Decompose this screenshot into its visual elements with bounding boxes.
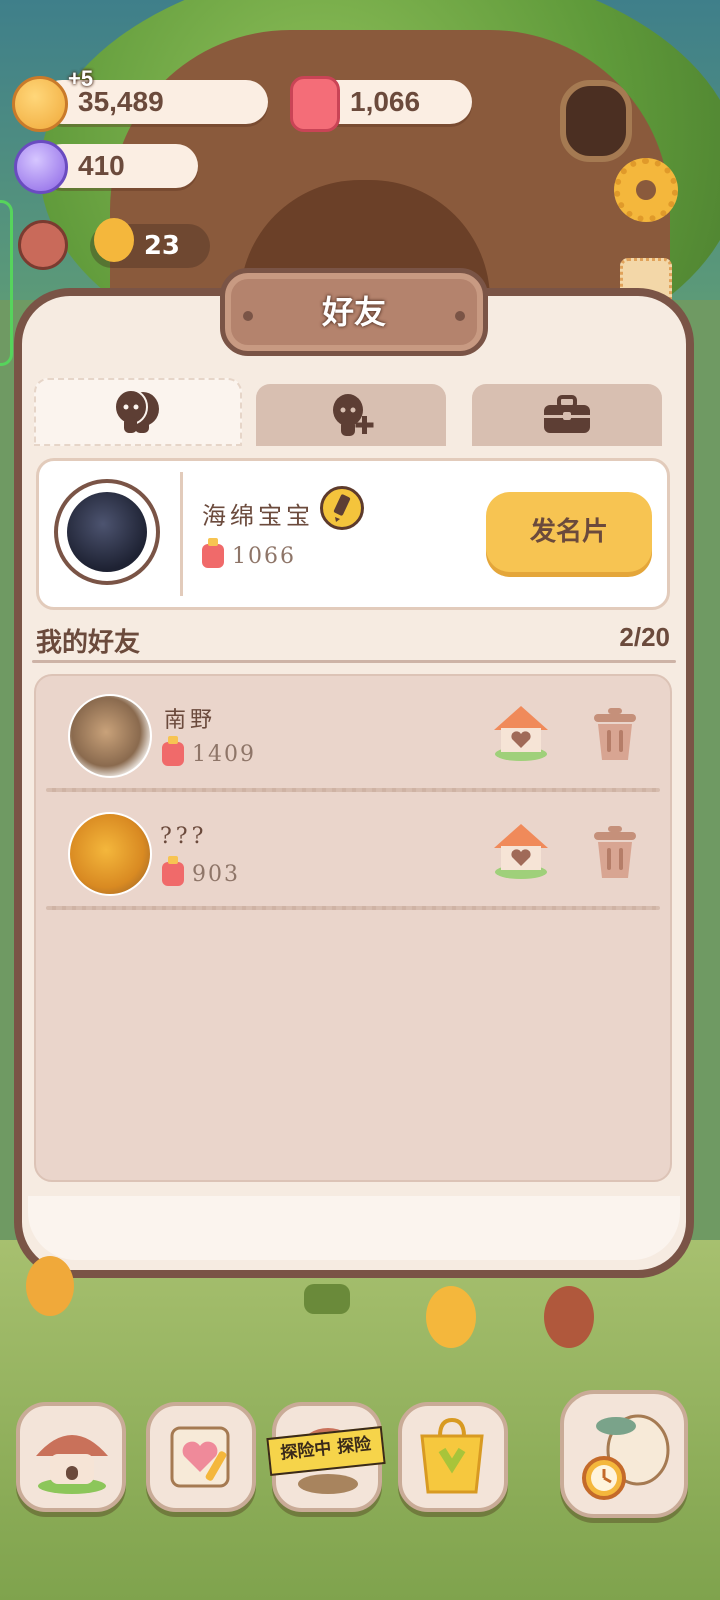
shopping-bag-icon (420, 1417, 484, 1494)
panel-title: 好友 (321, 293, 386, 331)
tab-friends[interactable] (34, 378, 242, 446)
plate-rivet-left (243, 311, 253, 321)
add-friend-icon (333, 394, 374, 436)
friend-name: ??? (160, 824, 208, 849)
visit-home-icon[interactable] (492, 822, 550, 880)
crystal-amount: 410 (78, 150, 125, 181)
friend-candy-icon (162, 856, 184, 886)
nav-shop-button[interactable] (398, 1402, 508, 1512)
panel-footer (28, 1196, 680, 1260)
send-card-button[interactable]: 发名片 (486, 492, 652, 572)
section-divider (32, 660, 676, 663)
cookie-character-icon (94, 218, 134, 262)
nav-home-button[interactable] (16, 1402, 126, 1512)
edit-name-icon[interactable] (320, 486, 364, 530)
mushroom-house-icon (36, 1435, 108, 1494)
my-avatar[interactable] (54, 479, 160, 585)
settings-gear-icon[interactable] (614, 158, 678, 222)
cookie-icon (12, 76, 68, 132)
friend-score: 1409 (192, 742, 256, 767)
crystal-icon (14, 140, 68, 194)
friend-avatar[interactable] (68, 812, 152, 896)
shell-icon[interactable] (18, 220, 68, 270)
my-score: 1066 (232, 544, 296, 569)
candy-icon (290, 76, 340, 132)
background-window (560, 80, 632, 162)
nav-alarm-button[interactable] (560, 1390, 688, 1518)
row-separator (46, 906, 660, 910)
cookie-character[interactable] (426, 1286, 476, 1348)
row-separator (46, 788, 660, 792)
cookie-character[interactable] (544, 1286, 594, 1348)
cookie-character[interactable] (304, 1284, 350, 1314)
tab-briefcase[interactable] (472, 384, 662, 446)
side-drawer-handle[interactable] (0, 200, 13, 366)
my-name: 海绵宝宝 (202, 502, 314, 530)
friends-icon (114, 389, 159, 433)
visit-home-icon[interactable] (492, 704, 550, 762)
nav-diary-button[interactable] (146, 1402, 256, 1512)
plate-rivet-right (455, 311, 465, 321)
cookie-bonus: +5 (68, 66, 94, 91)
briefcase-icon (544, 395, 590, 433)
delete-friend-icon[interactable] (590, 824, 640, 880)
my-candy-icon (202, 538, 224, 568)
candy-amount: 1,066 (350, 86, 421, 117)
friend-candy-icon (162, 736, 184, 766)
friend-name: 南野 (164, 708, 217, 733)
friend-score: 903 (192, 862, 240, 887)
alarm-clock-icon (582, 1414, 670, 1500)
friends-count: 2/20 (619, 622, 670, 652)
friend-avatar[interactable] (68, 694, 152, 778)
tab-add-friend[interactable] (256, 384, 446, 446)
panel-title-plate: 好友 (220, 268, 488, 356)
cookie-character[interactable] (26, 1256, 74, 1316)
profile-divider (180, 472, 183, 596)
delete-friend-icon[interactable] (590, 706, 640, 762)
diary-icon (170, 1426, 230, 1488)
friends-section-title: 我的好友 (36, 628, 141, 658)
